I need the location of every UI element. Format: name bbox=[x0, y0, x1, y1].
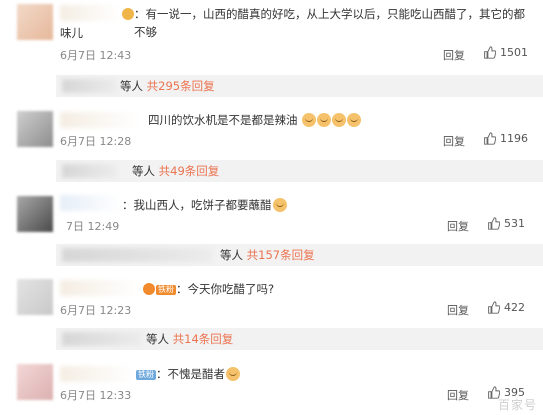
comment-text: 四川的饮水机是不是都是辣油 bbox=[148, 111, 362, 129]
watermark: 百家号 bbox=[497, 398, 537, 412]
badge-icon bbox=[122, 8, 134, 20]
reply-count-link[interactable]: 共295条回复 bbox=[147, 79, 215, 93]
like-button[interactable]: 422 bbox=[487, 301, 525, 314]
doge-emoji-icon bbox=[332, 113, 347, 127]
fan-badge: 铁粉 bbox=[156, 285, 176, 295]
comment-text: ：有一说一，山西的醋真的好吃，从上大学以后，只能吃山西醋了，其它的都不够 bbox=[134, 7, 525, 39]
reply-usernames bbox=[62, 248, 212, 262]
username[interactable] bbox=[60, 366, 134, 382]
doge-emoji-icon bbox=[302, 113, 317, 127]
laugh-emoji-icon bbox=[226, 367, 240, 381]
reply-button[interactable]: 回复 bbox=[443, 133, 465, 149]
like-button[interactable]: 1501 bbox=[483, 46, 528, 59]
reply-usernames bbox=[62, 164, 117, 178]
avatar[interactable] bbox=[17, 196, 53, 232]
like-count: 1196 bbox=[500, 132, 528, 145]
sub-replies[interactable]: 等人 共295条回复 bbox=[56, 75, 543, 97]
timestamp: 6月7日 12:43 bbox=[60, 49, 132, 62]
sub-replies[interactable]: 等人 共14条回复 bbox=[56, 328, 543, 350]
sub-people: 等人 bbox=[220, 248, 243, 262]
thumbs-up-icon bbox=[488, 301, 500, 314]
comment-text: ：我山西人，吃饼子都要蘸醋 bbox=[122, 196, 287, 214]
reply-button[interactable]: 回复 bbox=[447, 218, 469, 234]
thumbs-up-icon bbox=[488, 217, 500, 230]
emoji-icon bbox=[272, 198, 287, 212]
fan-badge: 铁粉 bbox=[136, 370, 156, 380]
reply-button[interactable]: 回复 bbox=[447, 302, 469, 318]
reply-count-link[interactable]: 共157条回复 bbox=[247, 248, 315, 262]
timestamp: 7日 12:49 bbox=[66, 220, 120, 233]
reply-button[interactable]: 回复 bbox=[443, 47, 465, 63]
reply-usernames bbox=[62, 332, 142, 346]
comment-text: 铁粉 ：今天你吃醋了吗? bbox=[142, 280, 274, 298]
doge-emoji-icon bbox=[317, 113, 332, 127]
sub-people: 等人 bbox=[132, 164, 155, 178]
avatar[interactable] bbox=[17, 364, 53, 400]
sub-replies[interactable]: 等人 共49条回复 bbox=[56, 160, 543, 182]
comment-text: 铁粉 ：不愧是醋者 bbox=[136, 365, 240, 383]
username[interactable] bbox=[60, 195, 122, 211]
timestamp: 6月7日 12:28 bbox=[60, 135, 132, 148]
reply-usernames bbox=[62, 79, 117, 93]
timestamp: 6月7日 12:23 bbox=[60, 304, 132, 317]
sub-replies[interactable]: 等人 共157条回复 bbox=[56, 244, 543, 266]
username[interactable] bbox=[60, 5, 120, 21]
like-button[interactable]: 531 bbox=[487, 217, 525, 230]
reply-count-link[interactable]: 共14条回复 bbox=[173, 332, 234, 346]
sub-people: 等人 bbox=[120, 79, 143, 93]
fan-level-icon bbox=[143, 283, 155, 295]
reply-count-link[interactable]: 共49条回复 bbox=[159, 164, 220, 178]
like-button[interactable]: 1196 bbox=[483, 132, 528, 145]
doge-emoji-icon bbox=[347, 113, 362, 127]
timestamp: 6月7日 12:33 bbox=[60, 389, 132, 402]
avatar[interactable] bbox=[17, 279, 53, 315]
thumbs-up-icon bbox=[484, 132, 496, 145]
comment-text-cont: 味儿 bbox=[60, 26, 83, 40]
avatar[interactable] bbox=[17, 111, 53, 147]
username[interactable] bbox=[60, 280, 140, 296]
sub-people: 等人 bbox=[146, 332, 169, 346]
username[interactable] bbox=[60, 112, 140, 128]
like-count: 1501 bbox=[500, 46, 528, 59]
reply-button[interactable]: 回复 bbox=[447, 387, 469, 403]
like-count: 422 bbox=[504, 301, 525, 314]
thumbs-up-icon bbox=[484, 46, 496, 59]
avatar[interactable] bbox=[17, 4, 53, 40]
like-count: 531 bbox=[504, 217, 525, 230]
